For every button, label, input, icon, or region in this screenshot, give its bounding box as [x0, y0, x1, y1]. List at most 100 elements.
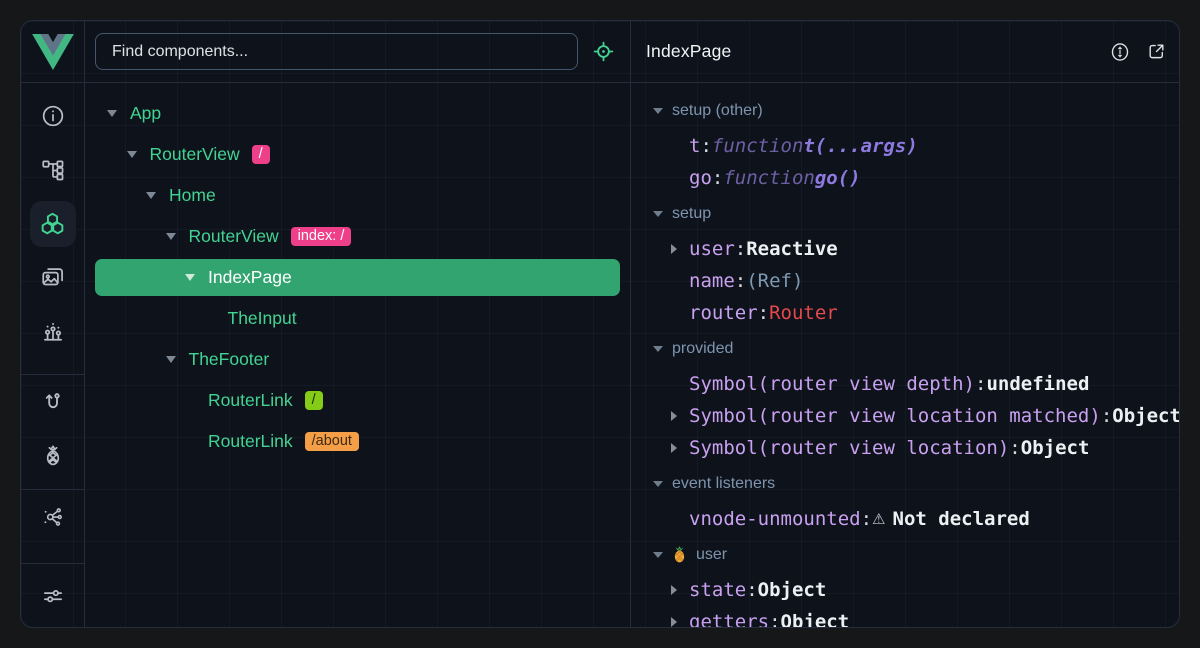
triangle-down-icon [127, 151, 137, 158]
search-input[interactable] [95, 33, 578, 70]
graph-icon[interactable] [21, 490, 84, 544]
topbar [85, 21, 630, 83]
tree-item-theinput[interactable]: TheInput [85, 298, 630, 339]
tree-item-routerlink[interactable]: RouterLink/about [85, 421, 630, 462]
key-value-separator: : [975, 373, 986, 395]
custom-inspector-icon[interactable] [21, 305, 84, 359]
expand-toggle[interactable] [671, 617, 686, 627]
expand-toggle[interactable] [671, 443, 686, 453]
component-name: RouterLink [208, 390, 293, 411]
triangle-down-icon [107, 110, 117, 117]
field-value: (Ref) [746, 270, 803, 292]
info-icon[interactable] [21, 89, 84, 143]
panel-title: IndexPage [646, 41, 731, 62]
tree-item-thefooter[interactable]: TheFooter [85, 339, 630, 380]
triangle-down-icon [653, 108, 663, 114]
locate-component-icon[interactable] [591, 40, 615, 64]
key-value-separator: : [1009, 437, 1020, 459]
components-icon[interactable] [21, 197, 84, 251]
key-value-separator: : [746, 579, 757, 601]
field-value: t(...args) [803, 135, 917, 157]
logo-cell [21, 21, 85, 83]
tree-item-app[interactable]: App [85, 93, 630, 134]
tree-item-routerview[interactable]: RouterViewindex: / [85, 216, 630, 257]
section-header-provided[interactable]: provided [631, 333, 1179, 364]
section-header-setup-other[interactable]: setup (other) [631, 95, 1179, 126]
tree-item-indexpage[interactable]: IndexPage [95, 259, 620, 296]
triangle-down-icon [653, 552, 663, 558]
section-header-event-listeners[interactable]: event listeners [631, 468, 1179, 499]
expand-toggle[interactable] [671, 585, 686, 595]
field-key: name [689, 270, 735, 292]
field-value: Object [1021, 437, 1090, 459]
active-tab-highlight [30, 201, 76, 247]
section-label: provided [672, 340, 733, 358]
route-badge: /about [305, 432, 359, 452]
state-field-name: name : (Ref) [631, 265, 1179, 297]
route-badge: / [305, 391, 323, 411]
expand-toggle[interactable] [127, 151, 142, 158]
vue-logo [32, 34, 74, 70]
section-label: event listeners [672, 475, 775, 493]
expand-toggle[interactable] [166, 233, 181, 240]
section-header-user[interactable]: user [631, 539, 1179, 570]
key-value-separator: : [861, 508, 872, 530]
component-tree: App RouterView / Home RouterViewindex: /Inde… [85, 83, 630, 627]
key-value-separator: : [1101, 405, 1112, 427]
component-name: Home [169, 185, 216, 206]
expand-toggle[interactable] [166, 356, 181, 363]
section-label: setup [672, 205, 711, 223]
triangle-down-icon [185, 274, 195, 281]
state-field-user[interactable]: user : Reactive [631, 233, 1179, 265]
component-name: RouterLink [208, 431, 293, 452]
triangle-right-icon [671, 617, 677, 627]
router-icon[interactable] [21, 375, 84, 429]
field-value: function [712, 135, 804, 157]
field-key: t [689, 135, 700, 157]
field-value: Object [1112, 405, 1179, 427]
key-value-separator: : [700, 135, 711, 157]
section-header-setup[interactable]: setup [631, 198, 1179, 229]
open-in-editor-icon[interactable] [1145, 41, 1167, 63]
expand-toggle[interactable] [671, 411, 686, 421]
expand-toggle[interactable] [671, 244, 686, 254]
state-field-go: go : function go() [631, 162, 1179, 194]
route-badge: / [252, 145, 270, 165]
tree-item-routerview[interactable]: RouterView / [85, 134, 630, 175]
state-panel: setup (other)t : function t(...args)go :… [630, 83, 1179, 627]
state-field-getters[interactable]: getters : Object [631, 606, 1179, 627]
key-value-separator: : [758, 302, 769, 324]
expand-toggle[interactable] [107, 110, 122, 117]
field-value: Object [781, 611, 850, 627]
state-field-symbol-router-view-location-matched[interactable]: Symbol(router view location matched) : O… [631, 400, 1179, 432]
state-field-vnode-unmounted: vnode-unmounted : ⚠Not declared [631, 503, 1179, 535]
triangle-right-icon [671, 244, 677, 254]
section-label: user [696, 546, 727, 564]
state-field-state[interactable]: state : Object [631, 574, 1179, 606]
triangle-down-icon [146, 192, 156, 199]
component-name: TheFooter [189, 349, 270, 370]
expand-toggle[interactable] [146, 192, 161, 199]
state-field-symbol-router-view-depth: Symbol(router view depth) : undefined [631, 368, 1179, 400]
sidebar [21, 83, 85, 627]
state-field-router: router : Router [631, 297, 1179, 329]
component-name: App [130, 103, 161, 124]
settings-icon[interactable] [21, 564, 84, 627]
field-value: Not declared [893, 508, 1030, 530]
component-tree-icon[interactable] [21, 143, 84, 197]
field-key: getters [689, 611, 769, 627]
state-field-t: t : function t(...args) [631, 130, 1179, 162]
triangle-right-icon [671, 585, 677, 595]
triangle-down-icon [166, 356, 176, 363]
triangle-down-icon [166, 233, 176, 240]
expand-toggle[interactable] [185, 274, 200, 281]
component-name: RouterView [150, 144, 240, 165]
state-field-symbol-router-view-location[interactable]: Symbol(router view location) : Object [631, 432, 1179, 464]
field-key: state [689, 579, 746, 601]
assets-icon[interactable] [21, 251, 84, 305]
field-key: Symbol(router view depth) [689, 373, 975, 395]
scroll-to-component-icon[interactable] [1109, 41, 1131, 63]
tree-item-home[interactable]: Home [85, 175, 630, 216]
pinia-icon[interactable] [21, 429, 84, 483]
tree-item-routerlink[interactable]: RouterLink / [85, 380, 630, 421]
